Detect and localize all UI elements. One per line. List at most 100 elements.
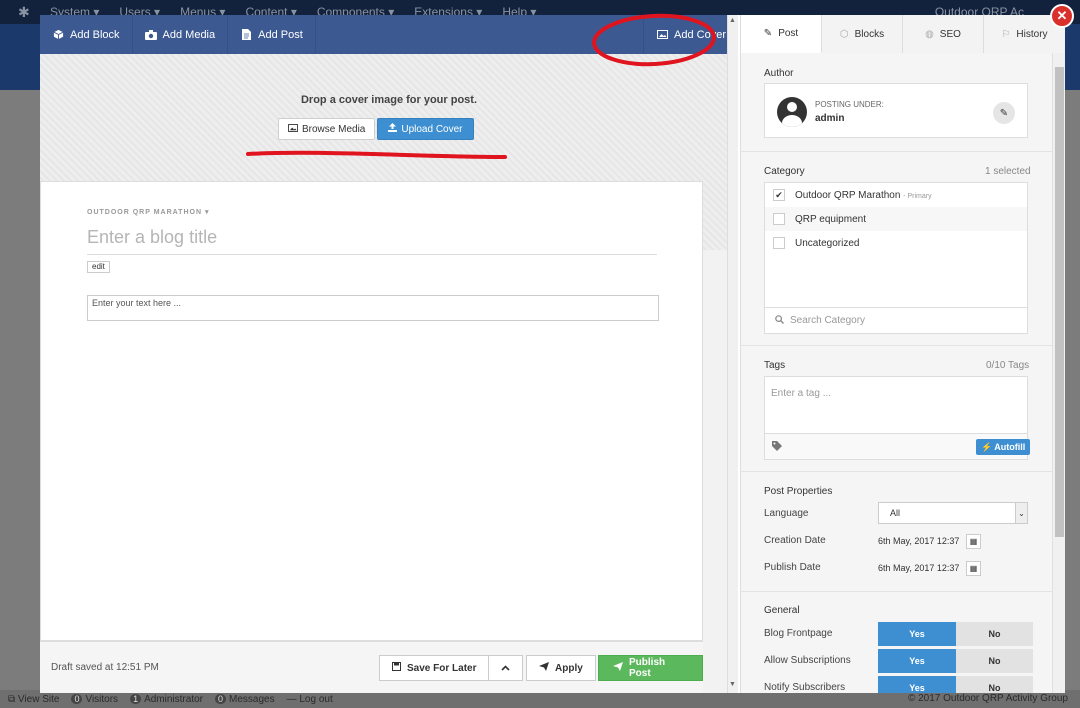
add-media-button[interactable]: Add Media: [133, 15, 229, 54]
paper-plane-icon: [613, 662, 623, 674]
publish-post-label: Publish Post: [629, 657, 666, 679]
checkbox[interactable]: [773, 237, 785, 249]
calendar-icon[interactable]: ▦: [966, 561, 981, 576]
toggle-yes[interactable]: Yes: [878, 649, 956, 673]
chevron-down-icon: ⌄: [1015, 503, 1027, 523]
allow-subscriptions-label: Allow Subscriptions: [764, 655, 851, 666]
toggle-no[interactable]: No: [956, 622, 1033, 646]
notify-subscribers-toggle[interactable]: Yes No: [878, 676, 1033, 693]
toggle-yes[interactable]: Yes: [878, 676, 956, 693]
save-group: Save For Later: [379, 655, 524, 681]
chevron-up-icon: [501, 663, 511, 674]
add-block-button[interactable]: Add Block: [40, 15, 133, 54]
tab-post[interactable]: ✎ Post: [741, 15, 822, 53]
title-input[interactable]: Enter a blog title: [87, 227, 657, 255]
category-search-placeholder: Search Category: [790, 315, 866, 326]
author-card: POSTING UNDER: admin ✎: [764, 83, 1028, 138]
calendar-icon[interactable]: ▦: [966, 534, 981, 549]
tab-blocks[interactable]: ⬡ Blocks: [822, 15, 903, 53]
add-media-label: Add Media: [162, 28, 216, 41]
checkbox[interactable]: [773, 213, 785, 225]
creation-date-label: Creation Date: [764, 535, 826, 546]
visitors-link[interactable]: 0 Visitors: [71, 693, 118, 705]
allow-subscriptions-toggle[interactable]: Yes No: [878, 649, 1033, 673]
messages-count-badge: 0: [214, 693, 226, 704]
publish-post-button[interactable]: Publish Post: [598, 655, 703, 681]
category-name: Outdoor QRP Marathon: [795, 189, 901, 201]
toggle-yes[interactable]: Yes: [878, 622, 956, 646]
list-item[interactable]: ✔ Outdoor QRP Marathon - Primary: [765, 183, 1027, 207]
flag-icon: ⚐: [1001, 28, 1011, 40]
editor-scrollbar[interactable]: ▲ ▼: [727, 15, 738, 693]
scroll-up-icon[interactable]: ▲: [729, 17, 736, 24]
draft-status: Draft saved at 12:51 PM: [51, 662, 159, 673]
post-canvas: OUTDOOR QRP MARATHON ▾ Enter a blog titl…: [40, 181, 703, 641]
edit-author-button[interactable]: ✎: [993, 102, 1015, 124]
image-icon: [656, 29, 668, 41]
cube-icon: ⬡: [839, 28, 849, 40]
tab-post-label: Post: [778, 28, 799, 39]
save-icon: [392, 662, 401, 674]
editor-area: Add Block Add Media Add Post Add Cover D…: [40, 15, 738, 693]
author-name: admin: [815, 113, 845, 124]
paper-plane-icon: [539, 662, 549, 674]
language-select[interactable]: All ⌄: [878, 502, 1028, 524]
tab-seo[interactable]: ◍ SEO: [903, 15, 984, 53]
image-icon: [288, 123, 298, 135]
tag-input[interactable]: Enter a tag ...: [771, 388, 831, 399]
list-item[interactable]: QRP equipment: [765, 207, 1027, 231]
view-site-link[interactable]: ⧉ View Site: [8, 694, 59, 705]
content-input[interactable]: Enter your text here ...: [87, 295, 659, 321]
category-search-input[interactable]: Search Category: [765, 307, 1027, 333]
browse-media-button[interactable]: Browse Media: [278, 118, 376, 140]
close-modal-button[interactable]: ✕: [1050, 4, 1074, 28]
divider: [741, 471, 1052, 472]
scroll-down-icon[interactable]: ▼: [729, 681, 736, 688]
scrollbar-thumb[interactable]: [1055, 67, 1064, 537]
autofill-button[interactable]: ⚡ Autofill: [976, 439, 1031, 455]
checkbox-checked[interactable]: ✔: [773, 189, 785, 201]
tags-box: Enter a tag ... ⚡ Autofill: [764, 376, 1031, 460]
browse-media-label: Browse Media: [302, 123, 366, 135]
close-icon: ✕: [1056, 8, 1068, 23]
blog-frontpage-toggle[interactable]: Yes No: [878, 622, 1033, 646]
save-options-button[interactable]: [489, 655, 524, 681]
language-label: Language: [764, 508, 809, 519]
logout-label: Log out: [299, 693, 333, 705]
administrator-link[interactable]: 1 Administrator: [130, 693, 203, 705]
toggle-no[interactable]: No: [956, 676, 1033, 693]
search-icon: [775, 314, 784, 327]
autofill-label: Autofill: [994, 442, 1026, 452]
save-for-later-button[interactable]: Save For Later: [379, 655, 490, 681]
settings-panel: ✎ Post ⬡ Blocks ◍ SEO ⚐ History Author P…: [740, 15, 1065, 693]
apply-button[interactable]: Apply: [526, 655, 596, 681]
administrator-count-badge: 1: [130, 693, 142, 704]
messages-link[interactable]: 0 Messages: [214, 693, 275, 705]
panel-scrollbar[interactable]: [1052, 53, 1065, 693]
editor-footer: Draft saved at 12:51 PM Save For Later A…: [40, 641, 703, 693]
blog-frontpage-label: Blog Frontpage: [764, 628, 833, 639]
toggle-no[interactable]: No: [956, 649, 1033, 673]
language-value: All: [890, 508, 901, 518]
joomla-logo-icon: ✱: [18, 4, 30, 20]
posting-under-label: POSTING UNDER:: [815, 100, 884, 109]
add-post-label: Add Post: [258, 28, 303, 41]
tags-icon: [772, 441, 784, 454]
category-label: Category: [764, 166, 805, 177]
avatar: [777, 97, 807, 127]
tags-footer: ⚡ Autofill: [765, 433, 1031, 459]
copyright: © 2017 Outdoor QRP Activity Group: [907, 693, 1068, 704]
publish-date-value[interactable]: 6th May, 2017 12:37: [878, 563, 959, 573]
edit-permalink-button[interactable]: edit: [87, 261, 110, 273]
general-label: General: [764, 605, 800, 616]
add-cover-button[interactable]: Add Cover: [643, 15, 738, 54]
logout-link[interactable]: — Log out: [287, 694, 333, 705]
list-item[interactable]: Uncategorized: [765, 231, 1027, 255]
upload-cover-button[interactable]: Upload Cover: [377, 118, 474, 140]
category-dropdown[interactable]: OUTDOOR QRP MARATHON ▾: [87, 208, 209, 216]
add-post-button[interactable]: Add Post: [228, 15, 316, 54]
creation-date-value[interactable]: 6th May, 2017 12:37: [878, 536, 959, 546]
author-label: Author: [764, 68, 794, 79]
save-for-later-label: Save For Later: [407, 662, 477, 674]
administrator-label: Administrator: [144, 693, 203, 705]
